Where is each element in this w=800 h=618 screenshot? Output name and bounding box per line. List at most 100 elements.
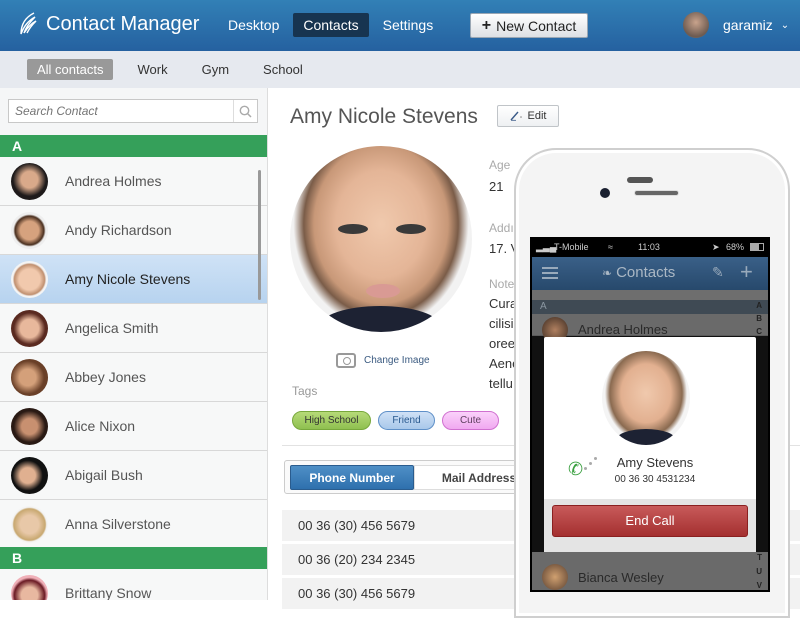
age-label: Age — [489, 158, 511, 172]
phone-status-bar: ▂▃▄ T-Mobile ≈ 11:03 ➤ 68% — [532, 239, 768, 257]
group-header-b: B — [0, 547, 267, 569]
phone-sensor — [627, 177, 653, 183]
notes-line: Cura — [489, 296, 518, 311]
tags-label: Tags — [292, 384, 318, 398]
end-call-button[interactable]: End Call — [552, 505, 748, 537]
contact-avatar — [542, 564, 568, 590]
notes-line: cilisi — [489, 316, 514, 331]
battery-level: 68% — [726, 242, 745, 252]
contact-info-tabs: Phone Number Mail Address — [284, 460, 544, 494]
notes-label: Note — [489, 277, 515, 291]
chevron-down-icon: ⌄ — [780, 19, 790, 31]
contact-item[interactable]: Anna Silverstone — [0, 500, 267, 549]
group-header-a: A — [0, 135, 267, 157]
index-letter[interactable]: B — [756, 314, 762, 323]
phone-title: ❧ Contacts — [602, 264, 675, 281]
new-contact-button[interactable]: + New Contact — [470, 13, 588, 38]
tab-phone-number[interactable]: Phone Number — [290, 465, 414, 490]
tag-friend[interactable]: Friend — [378, 411, 435, 430]
app-title: Contact Manager — [46, 12, 200, 35]
phone-earpiece — [634, 190, 679, 196]
phone-contact-row[interactable]: Andrea Holmes — [532, 314, 768, 343]
address-label: Addı — [489, 221, 514, 235]
new-contact-label: New Contact — [496, 17, 577, 34]
contact-item[interactable]: Abigail Bush — [0, 451, 267, 500]
plus-icon: + — [481, 16, 492, 34]
contact-avatar — [11, 574, 48, 600]
tag-high-school[interactable]: High School — [292, 411, 371, 430]
contact-name: Andrea Holmes — [578, 322, 668, 337]
call-popup: ✆ Amy Stevens 00 36 30 4531234 End Call — [544, 337, 756, 552]
contact-name: Andrea Holmes — [65, 173, 162, 189]
contact-item[interactable]: Andy Richardson — [0, 206, 267, 255]
phone-title-text: Contacts — [616, 264, 676, 281]
contact-avatar — [11, 456, 48, 494]
change-image-button[interactable]: Change Image — [336, 353, 430, 368]
caller-photo — [602, 351, 690, 445]
index-letter[interactable]: A — [756, 301, 762, 310]
caller-name: Amy Stevens — [616, 455, 694, 470]
phone-camera — [600, 188, 610, 198]
contact-item[interactable]: Angelica Smith — [0, 304, 267, 353]
notes-line: tellu — [489, 376, 513, 391]
edit-button[interactable]: Edit — [497, 105, 559, 127]
index-letter[interactable]: V — [757, 581, 762, 590]
filter-gym[interactable]: Gym — [192, 59, 239, 80]
pencil-icon[interactable]: ✎ — [712, 264, 724, 281]
user-menu[interactable]: garamiz ⌄ — [683, 12, 789, 38]
phone-nav-bar: ❧ Contacts ✎ + — [532, 257, 768, 290]
top-bar: Contact Manager Desktop Contacts Setting… — [0, 0, 800, 51]
nav-settings[interactable]: Settings — [373, 13, 444, 37]
list-scrollbar[interactable] — [258, 170, 261, 300]
tag-list: High School Friend Cute — [292, 411, 506, 430]
clock: 11:03 — [638, 242, 660, 252]
menu-icon[interactable] — [542, 267, 558, 269]
contact-name: Andy Richardson — [65, 222, 172, 238]
phone-screen: ▂▃▄ T-Mobile ≈ 11:03 ➤ 68% ❧ Contacts ✎ +… — [530, 237, 770, 592]
contact-name: Anna Silverstone — [65, 516, 171, 532]
app-brand[interactable]: Contact Manager — [18, 12, 199, 36]
tag-cute[interactable]: Cute — [442, 411, 499, 430]
filter-bar: All contacts Work Gym School — [0, 51, 800, 88]
contact-item[interactable]: Abbey Jones — [0, 353, 267, 402]
popup-footer: End Call — [544, 499, 756, 552]
search-input[interactable] — [9, 100, 229, 122]
contact-avatar — [11, 211, 48, 249]
pencil-icon — [509, 111, 522, 121]
filter-all-contacts[interactable]: All contacts — [27, 59, 114, 80]
contact-avatar — [11, 260, 48, 298]
contact-photo — [290, 146, 472, 332]
contact-list-sidebar: A Andrea Holmes Andy Richardson Amy Nico… — [0, 88, 268, 600]
user-avatar — [683, 12, 709, 38]
index-letter[interactable]: T — [757, 553, 762, 562]
notes-line: oree — [489, 336, 516, 351]
contact-name: Bianca Wesley — [578, 570, 664, 585]
contact-avatar — [11, 407, 48, 445]
filter-work[interactable]: Work — [127, 59, 177, 80]
contact-avatar — [11, 505, 48, 543]
contact-item[interactable]: Andrea Holmes — [0, 157, 267, 206]
feather-logo-icon: ❧ — [602, 266, 613, 280]
contact-item[interactable]: Brittany Snow — [0, 569, 267, 600]
contact-name: Angelica Smith — [65, 320, 159, 336]
search-icon[interactable] — [233, 100, 257, 122]
index-letter[interactable]: U — [756, 567, 762, 576]
contact-name: Brittany Snow — [65, 585, 152, 600]
phone-group-header: A — [532, 300, 768, 314]
phone-contact-row[interactable]: Bianca Wesley — [532, 552, 768, 590]
nav-desktop[interactable]: Desktop — [218, 13, 289, 37]
contact-title: Amy Nicole Stevens — [290, 105, 478, 128]
contact-item[interactable]: Alice Nixon — [0, 402, 267, 451]
index-letter[interactable]: C — [756, 327, 762, 336]
change-image-label: Change Image — [364, 355, 430, 366]
contact-name: Alice Nixon — [65, 418, 136, 434]
contact-item-selected[interactable]: Amy Nicole Stevens — [0, 255, 267, 304]
username: garamiz — [723, 17, 773, 33]
battery-icon — [750, 243, 764, 251]
contact-name: Abigail Bush — [65, 467, 143, 483]
phone-search-strip — [532, 290, 768, 300]
contact-avatar — [11, 358, 48, 396]
nav-contacts[interactable]: Contacts — [293, 13, 369, 37]
filter-school[interactable]: School — [253, 59, 313, 80]
plus-icon[interactable]: + — [740, 259, 753, 285]
